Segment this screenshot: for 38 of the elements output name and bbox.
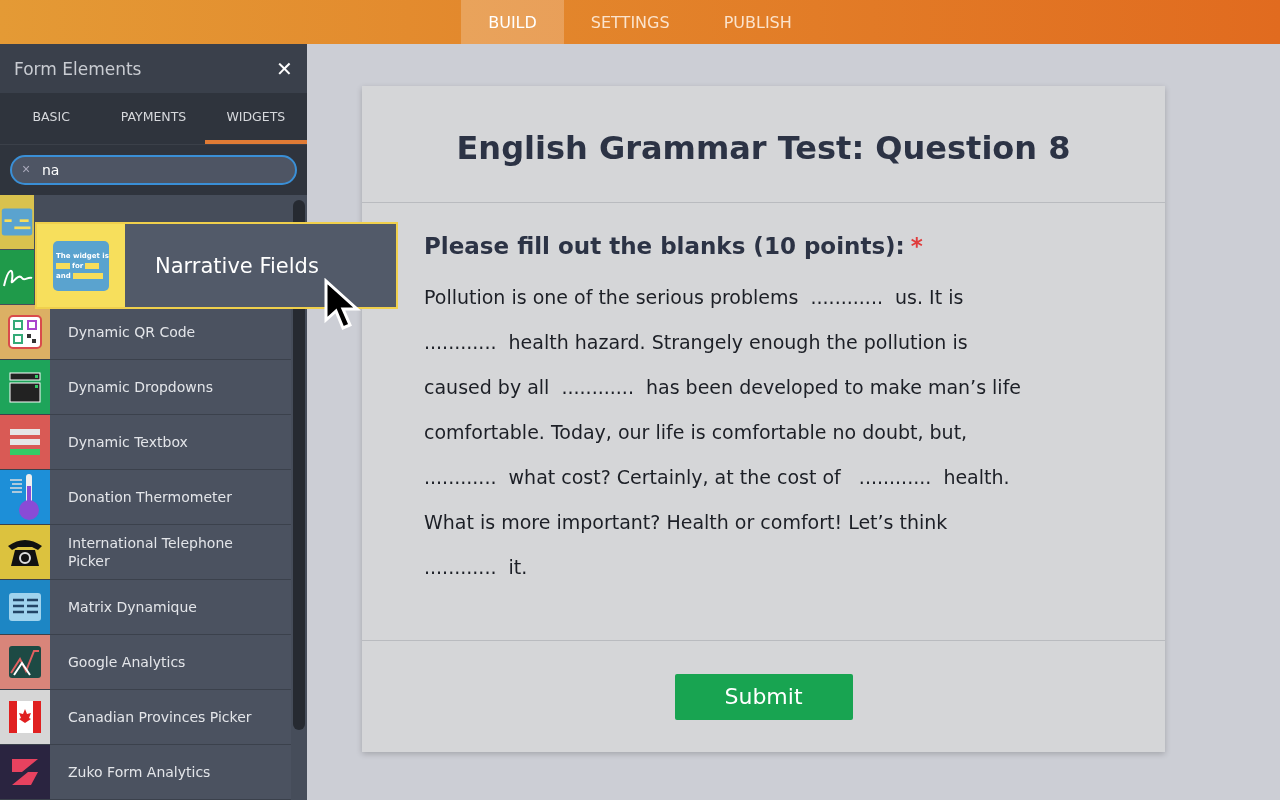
textbox-icon [9,427,41,457]
form-title: English Grammar Test: Question 8 [362,86,1165,203]
close-button[interactable]: ✕ [276,56,293,81]
widget-name: Zuko Form Analytics [67,763,212,781]
zigzag-logo-icon [9,756,41,788]
widget-name: Matrix Dynamique [67,598,198,616]
category-tab[interactable]: PAYMENTS [102,93,205,144]
category-tab[interactable]: BASIC [0,93,103,144]
widget-name: Donation Thermometer [67,488,233,506]
widget-name: Canadian Provinces Picker [67,708,253,726]
clear-button[interactable]: × [22,161,31,177]
widget-item[interactable]: Dynamic Textbox [0,415,291,470]
panel-title: Form Elements [14,58,142,79]
widget-item[interactable]: International Telephone Picker [0,525,291,580]
thermometer-icon [8,472,42,522]
canadian-flag-icon [8,700,42,734]
widget-item[interactable]: Zuko Form Analytics [0,745,291,800]
widget-name: International Telephone Picker [67,534,234,570]
widget-name: Dynamic Dropdowns [67,378,214,396]
required-mark: * [910,233,923,259]
widget-name: Narrative Fields [154,253,319,278]
dropdown-list-icon [8,370,42,404]
question-label: Please fill out the blanks (10 points): [424,233,905,259]
widget-name: Google Analytics [67,653,187,671]
widget-item[interactable]: Matrix Dynamique [0,580,291,635]
submit-button[interactable]: Submit [674,673,853,720]
table-grid-icon [8,592,42,622]
qr-code-icon [8,315,42,349]
widget-item[interactable]: Dynamic QR Code [0,305,291,360]
widget-item[interactable]: Dynamic Dropdowns [0,360,291,415]
widget-item[interactable]: Canadian Provinces Picker [0,690,291,745]
line-chart-icon [8,645,42,679]
widget-item[interactable]: Donation Thermometer [0,470,291,525]
pointer-cursor-icon [323,278,363,332]
widget-name: Dynamic Textbox [67,433,189,451]
widget-name: Dynamic QR Code [67,323,197,341]
widget-item[interactable]: Google Analytics [0,635,291,690]
fill-in-passage: Pollution is one of the serious problems ............ us. It is ............ health hazard. Strangely enough the pollution is caused by all ............ has been developed to make man’s life comfortable. Today, our life is comfortable no doubt, but, ............ what cost? Certainly, at the cost of ............ health. What is more important? Health or comfort! Let’s think ............ it. [424,285,1022,580]
